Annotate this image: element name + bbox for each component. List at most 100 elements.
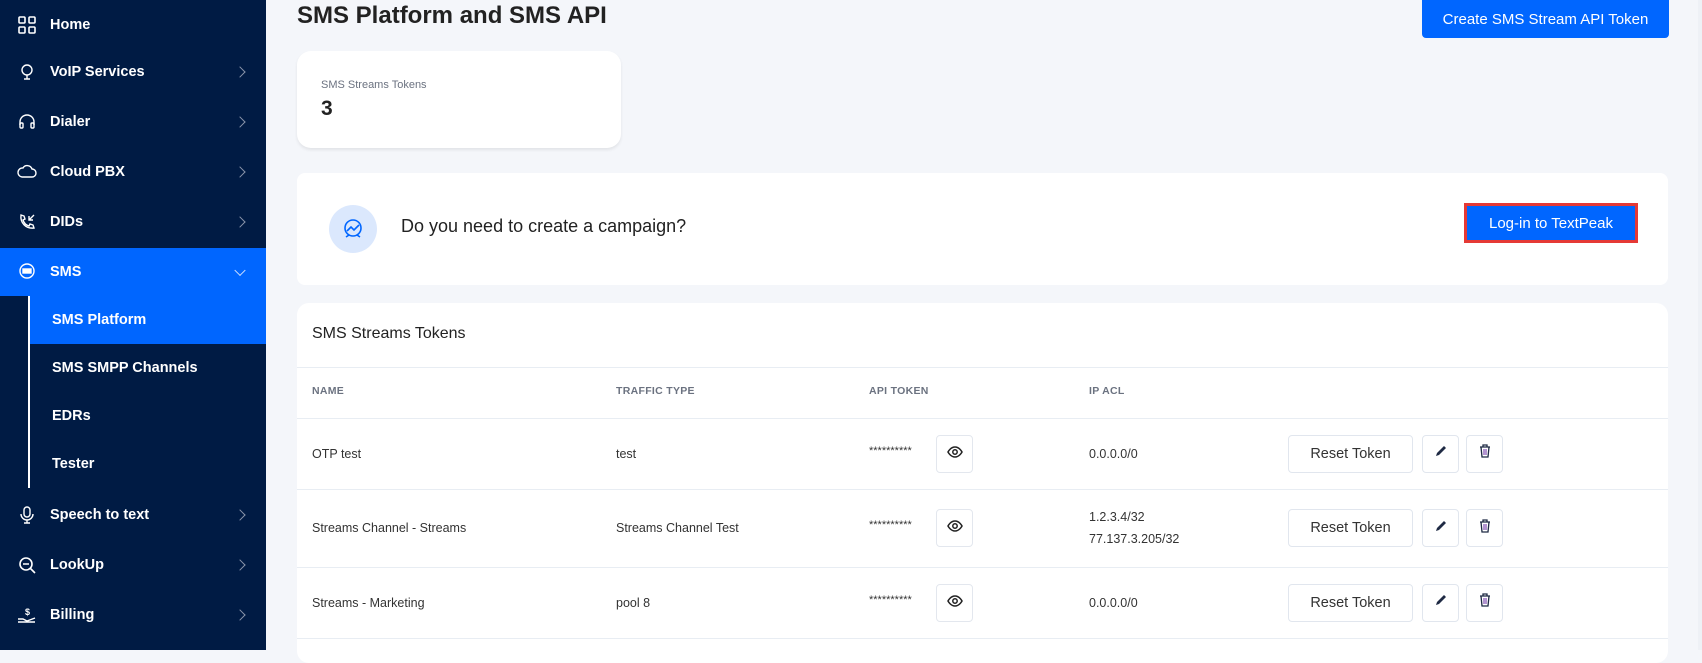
sidebar-subitem-tester[interactable]: Tester: [30, 440, 266, 488]
sidebar-item-sms[interactable]: SMS: [0, 248, 266, 296]
chevron-right-icon: [234, 609, 246, 621]
reset-token-button[interactable]: Reset Token: [1288, 509, 1413, 547]
edit-button[interactable]: [1422, 509, 1459, 547]
hand-dollar-icon: $: [16, 604, 38, 626]
chevron-right-icon: [234, 66, 246, 78]
column-header-name: NAME: [312, 385, 345, 397]
subitem-label: EDRs: [52, 408, 91, 424]
chevron-right-icon: [234, 166, 246, 178]
show-token-button[interactable]: [936, 434, 973, 473]
subitem-label: Tester: [52, 456, 95, 472]
divider: [297, 489, 1668, 490]
divider: [297, 567, 1668, 568]
page-title: SMS Platform and SMS API: [297, 2, 607, 29]
token-name: Streams - Marketing: [312, 595, 425, 610]
login-textpeak-button[interactable]: Log-in to TextPeak: [1464, 203, 1638, 243]
campaign-question: Do you need to create a campaign?: [401, 216, 687, 236]
sidebar-item-speech-to-text[interactable]: Speech to text: [0, 490, 266, 540]
sidebar-item-label: SMS: [50, 264, 82, 280]
column-header-api-token: API TOKEN: [869, 385, 929, 397]
traffic-type: pool 8: [616, 595, 651, 610]
scrollbar[interactable]: [1698, 0, 1702, 650]
sidebar-item-label: Speech to text: [50, 507, 150, 523]
trash-icon: [1479, 518, 1491, 538]
api-token-masked: **********: [869, 519, 912, 531]
reset-token-button[interactable]: Reset Token: [1288, 583, 1413, 622]
api-token-masked: **********: [869, 444, 912, 457]
table-title: SMS Streams Tokens: [312, 325, 466, 342]
sidebar-item-label: VoIP Services: [50, 64, 145, 80]
subitem-label: SMS SMPP Channels: [52, 360, 198, 376]
sidebar-item-label: Dialer: [50, 114, 91, 130]
trash-icon: [1479, 593, 1491, 612]
globe-icon: [16, 61, 38, 83]
search-icon: [16, 554, 38, 576]
token-name: Streams Channel - Streams: [312, 521, 467, 535]
chevron-right-icon: [234, 509, 246, 521]
pencil-icon: [1434, 519, 1448, 538]
incoming-call-icon: [16, 211, 38, 233]
headset-icon: [16, 111, 38, 133]
chevron-right-icon: [234, 216, 246, 228]
sidebar-item-home[interactable]: Home: [0, 0, 266, 50]
pencil-icon: [1434, 444, 1448, 463]
trash-icon: [1479, 444, 1491, 463]
api-token-masked: **********: [869, 593, 912, 606]
stat-label: SMS Streams Tokens: [321, 79, 427, 91]
chevron-down-icon: [234, 264, 246, 277]
sidebar-subitem-sms-platform[interactable]: SMS Platform: [30, 296, 266, 344]
create-sms-stream-api-token-button[interactable]: Create SMS Stream API Token: [1422, 0, 1669, 38]
tokens-table-card: SMS Streams Tokens NAME TRAFFIC TYPE API…: [297, 303, 1668, 663]
divider: [297, 418, 1668, 419]
campaign-card: Do you need to create a campaign?: [297, 173, 1668, 285]
campaign-chart-icon: [329, 205, 377, 253]
delete-button[interactable]: [1466, 509, 1503, 547]
sidebar-item-dids[interactable]: DIDs: [0, 197, 266, 247]
show-token-button[interactable]: [936, 583, 973, 622]
ip-acl-entry: 1.2.3.4/32: [1089, 510, 1145, 524]
sidebar-item-label: Billing: [50, 607, 95, 623]
token-name: OTP test: [312, 446, 362, 461]
sidebar-subitem-sms-smpp-channels[interactable]: SMS SMPP Channels: [30, 344, 266, 392]
ip-acl-entry: 77.137.3.205/32: [1089, 532, 1180, 546]
chevron-right-icon: [234, 559, 246, 571]
delete-button[interactable]: [1466, 583, 1503, 622]
ip-acl-entry: 0.0.0.0/0: [1089, 595, 1138, 610]
sidebar-item-lookup[interactable]: LookUp: [0, 540, 266, 590]
microphone-icon: [16, 504, 38, 526]
edit-button[interactable]: [1422, 583, 1459, 622]
sidebar-item-dialer[interactable]: Dialer: [0, 97, 266, 147]
stat-card: SMS Streams Tokens 3: [297, 51, 621, 148]
eye-icon: [946, 594, 963, 612]
sidebar-item-label: Cloud PBX: [50, 164, 125, 180]
chat-icon: [16, 261, 38, 283]
column-header-traffic-type: TRAFFIC TYPE: [616, 385, 695, 397]
stat-value: 3: [321, 97, 333, 120]
edit-button[interactable]: [1422, 434, 1459, 473]
svg-text:$: $: [25, 607, 30, 617]
ip-acl-entry: 0.0.0.0/0: [1089, 446, 1138, 461]
eye-icon: [946, 519, 963, 537]
pencil-icon: [1434, 593, 1448, 612]
delete-button[interactable]: [1466, 434, 1503, 473]
ip-acl: 1.2.3.4/32 77.137.3.205/32: [1089, 506, 1179, 550]
divider: [297, 367, 1668, 368]
sidebar-item-cloud-pbx[interactable]: Cloud PBX: [0, 147, 266, 197]
sidebar: Home VoIP Services Dialer Cloud PBX DIDs…: [0, 0, 266, 650]
subitem-label: SMS Platform: [52, 312, 147, 328]
traffic-type: test: [616, 446, 637, 461]
ip-acl: 0.0.0.0/0: [1089, 592, 1138, 614]
show-token-button[interactable]: [936, 509, 973, 547]
sidebar-item-billing[interactable]: $ Billing: [0, 590, 266, 640]
cloud-phone-icon: [16, 161, 38, 183]
sidebar-subitem-edrs[interactable]: EDRs: [30, 392, 266, 440]
traffic-type: Streams Channel Test: [616, 521, 739, 535]
grid-icon: [16, 14, 38, 36]
column-header-ip-acl: IP ACL: [1089, 385, 1125, 397]
ip-acl: 0.0.0.0/0: [1089, 443, 1138, 465]
reset-token-button[interactable]: Reset Token: [1288, 434, 1413, 473]
chevron-right-icon: [234, 116, 246, 128]
sidebar-item-label: LookUp: [50, 557, 104, 573]
eye-icon: [946, 445, 963, 463]
sidebar-item-voip-services[interactable]: VoIP Services: [0, 47, 266, 97]
